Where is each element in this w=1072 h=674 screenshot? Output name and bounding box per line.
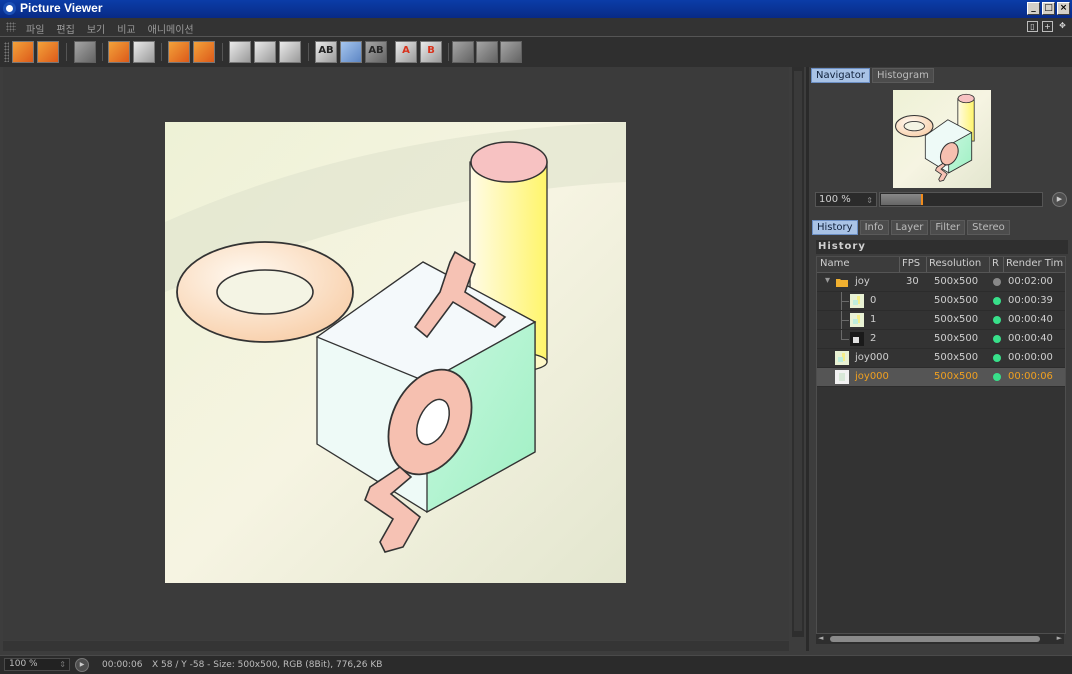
user-button[interactable] (133, 41, 155, 63)
rendered-image (165, 122, 626, 583)
collapse-arrow-icon[interactable]: ▾ (825, 275, 830, 286)
scroll-right-icon[interactable]: ► (1057, 634, 1062, 642)
toolbar: AB AB A B (0, 36, 1072, 67)
column-fps[interactable]: FPS (902, 258, 920, 269)
table-row[interactable]: joy000 500x500 00:00:00 (817, 349, 1065, 368)
set-a-button[interactable]: A (395, 41, 417, 63)
window-title: Picture Viewer (20, 1, 103, 15)
image-thumbnail-icon (850, 313, 864, 327)
tab-navigator[interactable]: Navigator (811, 68, 870, 83)
status-zoom-spinner-icon[interactable]: ⇕ (59, 659, 66, 670)
history-panel: History Info Layer Filter Stereo History… (810, 216, 1072, 651)
column-render-time[interactable]: Render Tim (1006, 258, 1063, 269)
history-horizontal-scrollbar[interactable]: ◄ ► (816, 634, 1064, 644)
table-row[interactable]: 2 500x500 00:00:40 (817, 330, 1065, 349)
view-mode-a-button[interactable] (229, 41, 251, 63)
tab-stereo[interactable]: Stereo (967, 220, 1010, 235)
status-dot-icon (993, 297, 1001, 305)
filter-a-button[interactable] (452, 41, 474, 63)
tab-filter[interactable]: Filter (930, 220, 966, 235)
dark-image-thumbnail-icon (850, 332, 864, 346)
crop-button[interactable] (108, 41, 130, 63)
column-name[interactable]: Name (820, 258, 850, 269)
folder-icon (836, 279, 848, 287)
tab-history[interactable]: History (812, 220, 858, 235)
navigator-thumbnail[interactable] (893, 90, 991, 188)
toolbar-grip-icon (4, 42, 9, 62)
window-controls: _ □ × (1027, 2, 1070, 15)
save-button[interactable] (37, 41, 59, 63)
tab-layer[interactable]: Layer (890, 220, 929, 235)
menu-bar: 파일 편집 보기 비교 애니메이션 ▯ + ✥ (0, 18, 1072, 36)
compare-split-button[interactable] (340, 41, 362, 63)
menu-file[interactable]: 파일 (26, 21, 44, 36)
table-row[interactable]: ▾ joy 30 500x500 00:02:00 (817, 273, 1065, 292)
table-row[interactable]: 1 500x500 00:00:40 (817, 311, 1065, 330)
image-thumbnail-icon (835, 351, 849, 365)
status-dot-icon (993, 316, 1001, 324)
minimize-button[interactable]: _ (1027, 2, 1040, 15)
layer-stack-button[interactable] (193, 41, 215, 63)
zoom-slider-handle[interactable] (921, 194, 923, 205)
filter-c-button[interactable] (500, 41, 522, 63)
menu-edit[interactable]: 편집 (56, 21, 74, 36)
menu-animation[interactable]: 애니메이션 (148, 21, 194, 36)
menu-grip-icon (6, 22, 16, 32)
column-resolution[interactable]: Resolution (929, 258, 981, 269)
status-bar: 100 % ⇕ ▶ 00:00:06 X 58 / Y -58 - Size: 5… (0, 655, 1072, 674)
status-image-info: X 58 / Y -58 - Size: 500x500, RGB (8Bit)… (152, 660, 383, 670)
scroll-left-icon[interactable]: ◄ (818, 634, 823, 642)
zoom-slider-fill (881, 194, 921, 205)
layout-single-icon[interactable]: ▯ (1027, 21, 1038, 32)
close-button[interactable]: × (1057, 2, 1070, 15)
set-b-button[interactable]: B (420, 41, 442, 63)
menu-view[interactable]: 보기 (87, 21, 105, 36)
view-mode-b-button[interactable] (254, 41, 276, 63)
history-title: History (816, 240, 1068, 254)
table-row-selected[interactable]: joy000 500x500 00:00:06 (817, 368, 1065, 387)
image-thumbnail-icon (835, 370, 849, 384)
app-logo-icon (3, 2, 16, 15)
grid-button[interactable] (74, 41, 96, 63)
navigator-zoom-field[interactable]: 100 % ⇕ (815, 192, 877, 207)
maximize-button[interactable]: □ (1042, 2, 1055, 15)
status-play-button[interactable]: ▶ (75, 658, 89, 672)
tab-info[interactable]: Info (859, 220, 889, 235)
swap-ab-button[interactable]: AB (365, 41, 387, 63)
viewport-horizontal-scrollbar[interactable] (3, 641, 789, 651)
panel-splitter[interactable] (806, 67, 809, 651)
status-dot-icon (993, 354, 1001, 362)
navigator-play-button[interactable]: ▶ (1052, 192, 1067, 207)
status-zoom-field[interactable]: 100 % ⇕ (4, 658, 70, 671)
title-bar: Picture Viewer _ □ × (0, 0, 1072, 18)
history-table: Name FPS Resolution R Render Tim ▾ joy 3… (816, 256, 1066, 634)
compare-ab-button[interactable]: AB (315, 41, 337, 63)
history-table-header: Name FPS Resolution R Render Tim (817, 257, 1065, 273)
viewport-vertical-scroll-thumb[interactable] (794, 71, 802, 631)
status-dot-icon (993, 278, 1001, 286)
column-r[interactable]: R (992, 258, 999, 269)
history-scroll-thumb[interactable] (830, 636, 1040, 642)
move-icon[interactable]: ✥ (1057, 21, 1068, 32)
image-thumbnail-icon (850, 294, 864, 308)
open-button[interactable] (12, 41, 34, 63)
table-row[interactable]: 0 500x500 00:00:39 (817, 292, 1065, 311)
view-mode-c-button[interactable] (279, 41, 301, 63)
status-dot-icon (993, 373, 1001, 381)
zoom-spinner-icon[interactable]: ⇕ (866, 194, 873, 207)
navigator-zoom-slider[interactable] (879, 192, 1043, 207)
layout-split-icon[interactable]: + (1042, 21, 1053, 32)
status-time: 00:00:06 (102, 660, 143, 670)
navigator-panel: Navigator Histogram 100 % ⇕ ▶ (810, 67, 1072, 212)
tab-histogram[interactable]: Histogram (871, 68, 934, 83)
status-dot-icon (993, 335, 1001, 343)
layer-button[interactable] (168, 41, 190, 63)
filter-b-button[interactable] (476, 41, 498, 63)
viewport-vertical-scrollbar[interactable] (792, 67, 804, 637)
menu-compare[interactable]: 비교 (117, 21, 135, 36)
